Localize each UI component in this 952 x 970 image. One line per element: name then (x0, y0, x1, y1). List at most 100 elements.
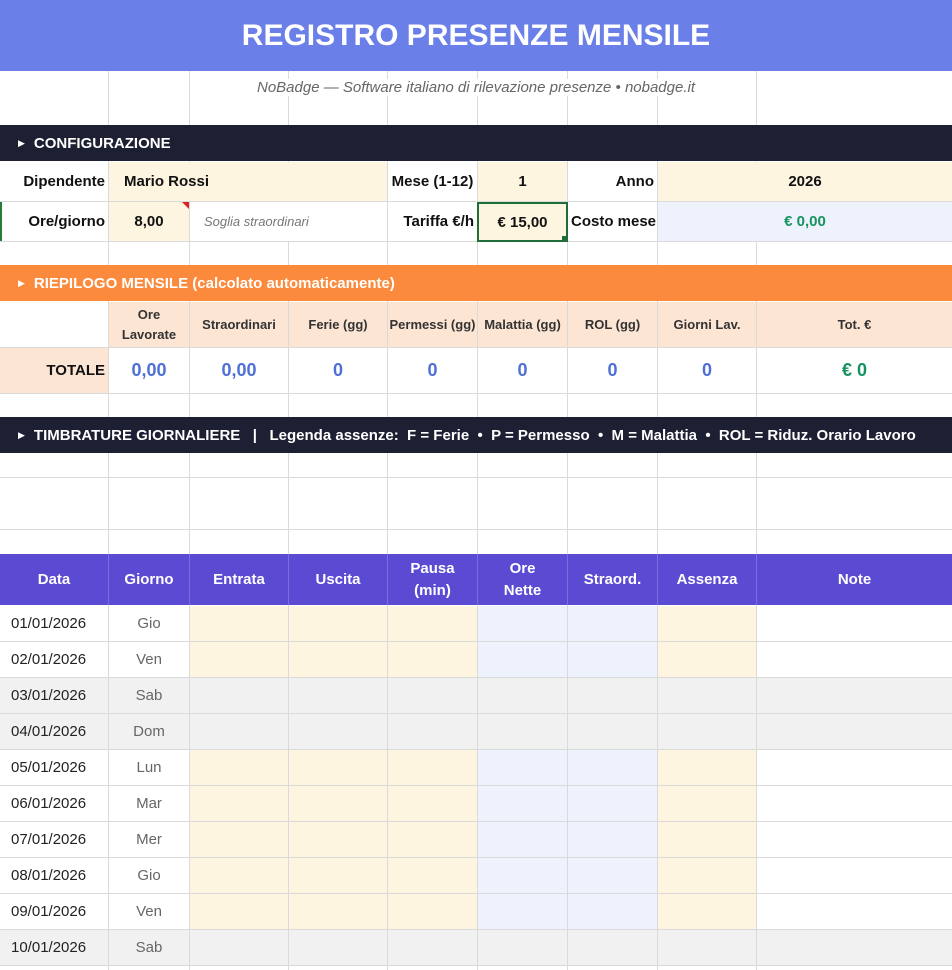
entrata-cell[interactable] (190, 894, 289, 929)
pausa-cell[interactable] (388, 930, 478, 965)
uscita-cell[interactable] (289, 678, 388, 713)
ore-nette-cell[interactable] (478, 714, 568, 749)
straord-cell[interactable] (568, 786, 658, 821)
section-title: CONFIGURAZIONE (33, 134, 171, 152)
ore-nette-cell[interactable] (478, 858, 568, 893)
day-cell: Sab (109, 930, 190, 965)
entrata-cell[interactable] (190, 822, 289, 857)
summary-value: 0 (289, 348, 387, 393)
assenza-cell[interactable] (658, 678, 757, 713)
note-cell[interactable] (757, 786, 952, 821)
anno-field[interactable]: 2026 (658, 162, 952, 201)
entrata-cell[interactable] (190, 786, 289, 821)
day-cell: Gio (109, 858, 190, 893)
triangle-icon: ▶ (18, 429, 25, 440)
uscita-cell[interactable] (289, 606, 388, 641)
entrata-cell[interactable] (190, 858, 289, 893)
table-row: 03/01/2026 Sab (0, 678, 952, 714)
uscita-cell[interactable] (289, 894, 388, 929)
mese-field[interactable]: 1 (478, 162, 567, 201)
entrata-cell[interactable] (190, 714, 289, 749)
day-cell: Mer (109, 822, 190, 857)
ore-giorno-value: 8,00 (134, 213, 164, 230)
pausa-cell[interactable] (388, 642, 478, 677)
note-cell[interactable] (757, 678, 952, 713)
ore-nette-cell[interactable] (478, 642, 568, 677)
entrata-cell[interactable] (190, 678, 289, 713)
entrata-cell[interactable] (190, 750, 289, 785)
pausa-cell[interactable] (388, 750, 478, 785)
entrata-cell[interactable] (190, 642, 289, 677)
uscita-cell[interactable] (289, 750, 388, 785)
straord-cell[interactable] (568, 714, 658, 749)
pausa-cell[interactable] (388, 714, 478, 749)
uscita-cell[interactable] (289, 642, 388, 677)
assenza-cell[interactable] (658, 894, 757, 929)
table-header: Note (757, 554, 952, 605)
assenza-cell[interactable] (658, 858, 757, 893)
assenza-cell[interactable] (658, 606, 757, 641)
ore-nette-cell[interactable] (478, 894, 568, 929)
pausa-cell[interactable] (388, 786, 478, 821)
assenza-cell[interactable] (658, 750, 757, 785)
straord-cell[interactable] (568, 678, 658, 713)
assenza-cell[interactable] (658, 930, 757, 965)
note-cell[interactable] (757, 714, 952, 749)
section-title: TIMBRATURE GIORNALIERE | Legenda assenze… (33, 426, 916, 444)
uscita-cell[interactable] (289, 714, 388, 749)
ore-nette-cell[interactable] (478, 750, 568, 785)
straord-cell[interactable] (568, 642, 658, 677)
straord-cell[interactable] (568, 894, 658, 929)
note-cell[interactable] (757, 750, 952, 785)
note-cell[interactable] (757, 930, 952, 965)
assenza-cell[interactable] (658, 822, 757, 857)
note-cell[interactable] (757, 822, 952, 857)
note-cell[interactable] (757, 858, 952, 893)
pausa-cell[interactable] (388, 678, 478, 713)
uscita-cell[interactable] (289, 930, 388, 965)
summary-value: 0 (568, 348, 657, 393)
ore-nette-cell[interactable] (478, 606, 568, 641)
anno-label: Anno (568, 162, 657, 201)
uscita-cell[interactable] (289, 786, 388, 821)
ore-nette-cell[interactable] (478, 786, 568, 821)
uscita-cell[interactable] (289, 822, 388, 857)
ore-nette-cell[interactable] (478, 822, 568, 857)
summary-value: € 0 (757, 348, 952, 393)
table-header: Pausa (min) (388, 554, 478, 605)
dipendente-field[interactable]: Mario Rossi (109, 162, 387, 201)
tariffa-value: € 15,00 (497, 213, 548, 231)
day-cell: Sab (109, 678, 190, 713)
pausa-cell[interactable] (388, 894, 478, 929)
entrata-cell[interactable] (190, 930, 289, 965)
summary-header: Permessi (gg) (388, 302, 477, 347)
section-timbrature: ▶ TIMBRATURE GIORNALIERE | Legenda assen… (0, 417, 952, 453)
tariffa-field[interactable]: € 15,00 (477, 202, 568, 242)
straord-cell[interactable] (568, 822, 658, 857)
straord-cell[interactable] (568, 750, 658, 785)
uscita-cell[interactable] (289, 858, 388, 893)
straord-cell[interactable] (568, 606, 658, 641)
date-cell: 03/01/2026 (0, 678, 109, 713)
entrata-cell[interactable] (190, 606, 289, 641)
straord-cell[interactable] (568, 930, 658, 965)
note-cell[interactable] (757, 606, 952, 641)
assenza-cell[interactable] (658, 786, 757, 821)
note-cell[interactable] (757, 894, 952, 929)
table-row: 02/01/2026 Ven (0, 642, 952, 678)
pausa-cell[interactable] (388, 606, 478, 641)
ore-giorno-field[interactable]: 8,00 (109, 202, 189, 241)
ore-nette-cell[interactable] (478, 930, 568, 965)
straord-cell[interactable] (568, 858, 658, 893)
pausa-cell[interactable] (388, 858, 478, 893)
ore-nette-cell[interactable] (478, 678, 568, 713)
fill-handle[interactable] (562, 236, 566, 240)
table-row: 04/01/2026 Dom (0, 714, 952, 750)
assenza-cell[interactable] (658, 714, 757, 749)
pausa-cell[interactable] (388, 822, 478, 857)
assenza-cell[interactable] (658, 642, 757, 677)
table-header: Data (0, 554, 109, 605)
costo-mese-label: Costo mese (569, 202, 657, 241)
note-cell[interactable] (757, 642, 952, 677)
dipendente-label: Dipendente (0, 162, 108, 201)
